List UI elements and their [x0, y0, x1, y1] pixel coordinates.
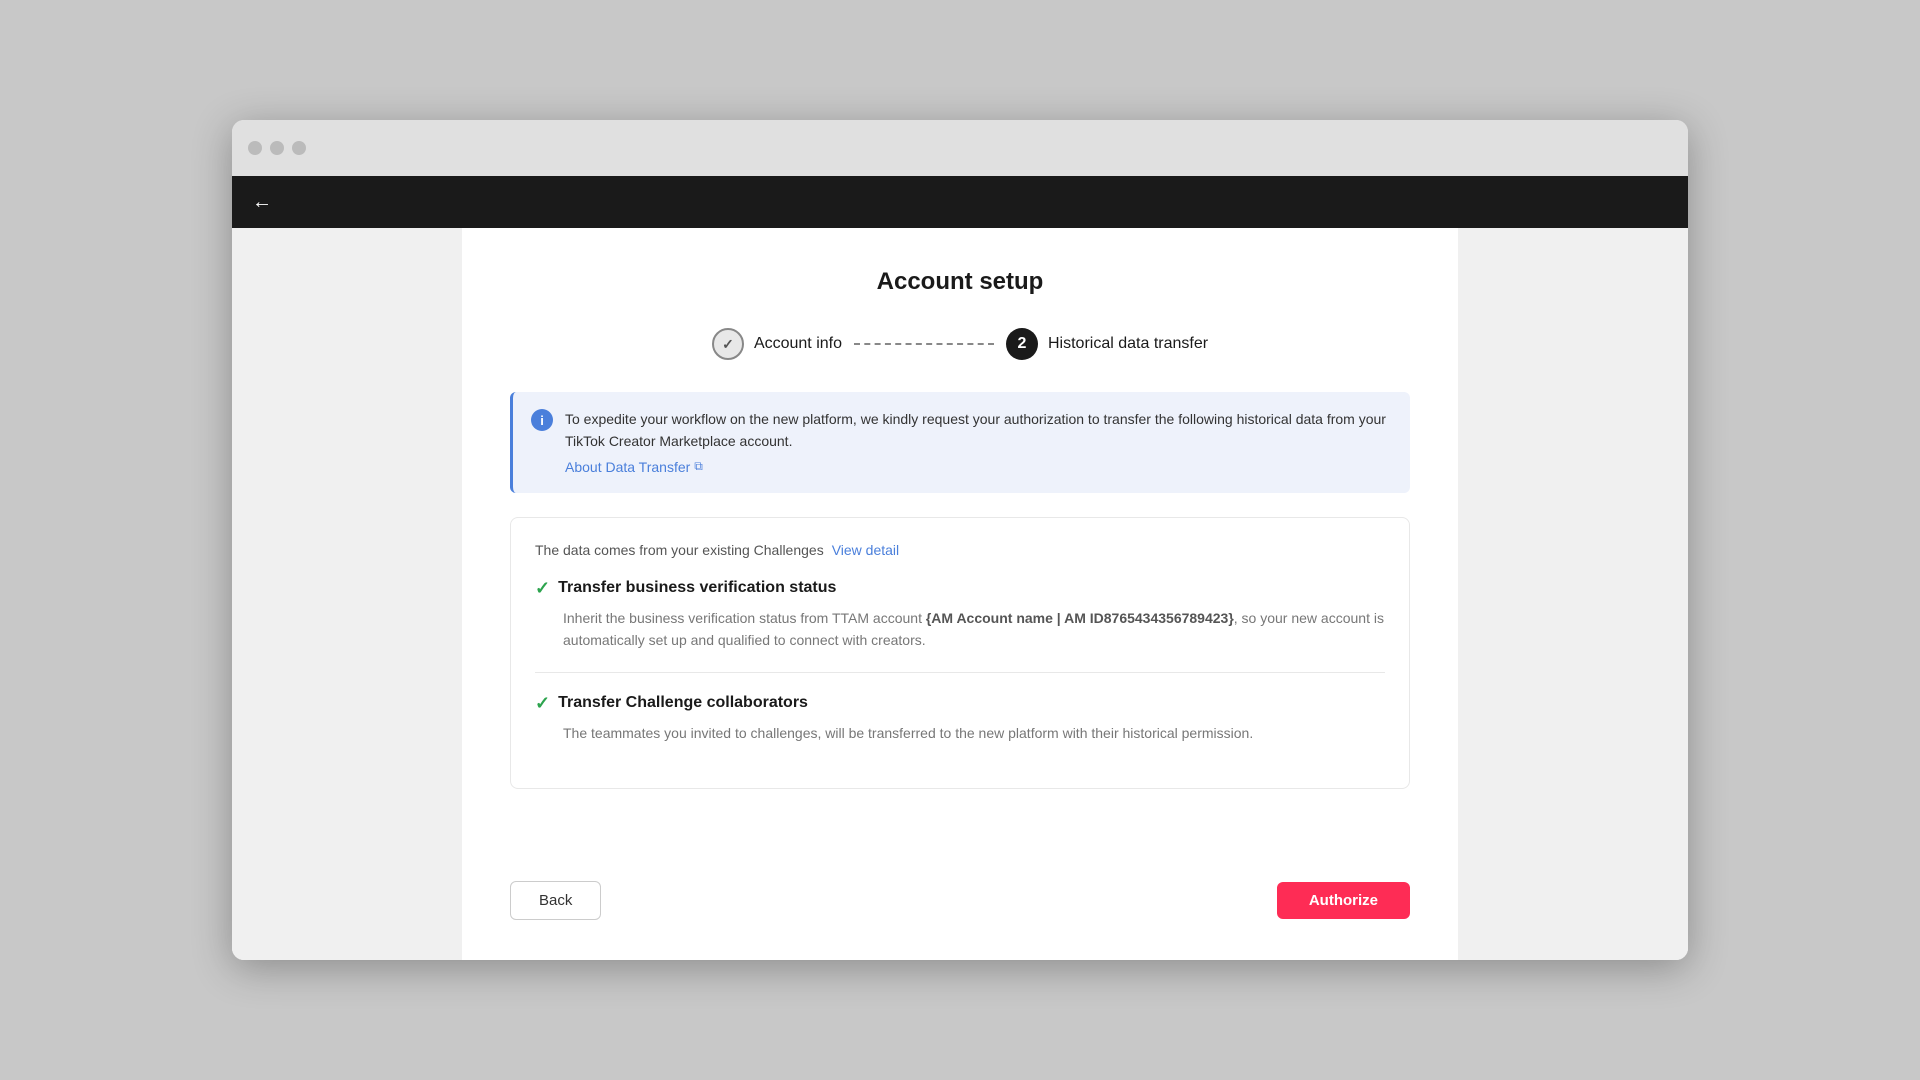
traffic-light-maximize[interactable] [292, 141, 306, 155]
step-account-info: ✓ Account info [712, 328, 842, 360]
browser-titlebar [232, 120, 1688, 176]
transfer-item-2-description: The teammates you invited to challenges,… [563, 722, 1385, 744]
step-circle-historical-transfer: 2 [1006, 328, 1038, 360]
page-title: Account setup [510, 268, 1410, 296]
transfer-item-1-description: Inherit the business verification status… [563, 607, 1385, 652]
step-historical-transfer: 2 Historical data transfer [1006, 328, 1208, 360]
check-icon-1: ✓ [535, 578, 550, 599]
data-card: The data comes from your existing Challe… [510, 517, 1410, 789]
transfer-item-2-title-row: ✓ Transfer Challenge collaborators [535, 693, 1385, 714]
transfer-item-1-title: Transfer business verification status [558, 579, 836, 597]
transfer-item-1-title-row: ✓ Transfer business verification status [535, 578, 1385, 599]
view-detail-link[interactable]: View detail [832, 542, 899, 558]
traffic-light-close[interactable] [248, 141, 262, 155]
footer-buttons: Back Authorize [510, 849, 1410, 920]
sidebar-left [232, 228, 462, 960]
browser-navbar: ← [232, 176, 1688, 228]
transfer-item-collaborators: ✓ Transfer Challenge collaborators The t… [535, 693, 1385, 744]
transfer-item-2-title: Transfer Challenge collaborators [558, 694, 808, 712]
about-data-transfer-link[interactable]: About Data Transfer ⧉ [565, 459, 703, 475]
transfer-item-business-verification: ✓ Transfer business verification status … [535, 578, 1385, 652]
steps-container: ✓ Account info 2 Historical data transfe… [510, 328, 1410, 360]
external-link-icon: ⧉ [694, 459, 703, 474]
info-box-content: To expedite your workflow on the new pla… [565, 408, 1392, 477]
check-icon-2: ✓ [535, 693, 550, 714]
step-circle-account-info: ✓ [712, 328, 744, 360]
info-box: i To expedite your workflow on the new p… [510, 392, 1410, 493]
browser-window: ← Account setup ✓ Account info 2 Histori… [232, 120, 1688, 960]
transfer-items-divider [535, 672, 1385, 673]
about-data-transfer-label: About Data Transfer [565, 459, 690, 475]
authorize-button[interactable]: Authorize [1277, 882, 1410, 919]
info-box-text: To expedite your workflow on the new pla… [565, 408, 1392, 453]
step-divider [854, 343, 994, 345]
back-nav-arrow[interactable]: ← [252, 191, 272, 214]
step-divider-line [854, 343, 994, 345]
sidebar-right [1458, 228, 1688, 960]
challenges-text: The data comes from your existing Challe… [535, 542, 824, 558]
step-label-historical-transfer: Historical data transfer [1048, 335, 1208, 353]
challenges-row: The data comes from your existing Challe… [535, 542, 1385, 558]
main-area: Account setup ✓ Account info 2 Historica… [462, 228, 1458, 960]
am-account-highlight: {AM Account name | AM ID8765434356789423… [926, 610, 1234, 626]
back-button[interactable]: Back [510, 881, 601, 920]
traffic-light-minimize[interactable] [270, 141, 284, 155]
browser-content: Account setup ✓ Account info 2 Historica… [232, 228, 1688, 960]
step-label-account-info: Account info [754, 335, 842, 353]
info-icon: i [531, 409, 553, 431]
